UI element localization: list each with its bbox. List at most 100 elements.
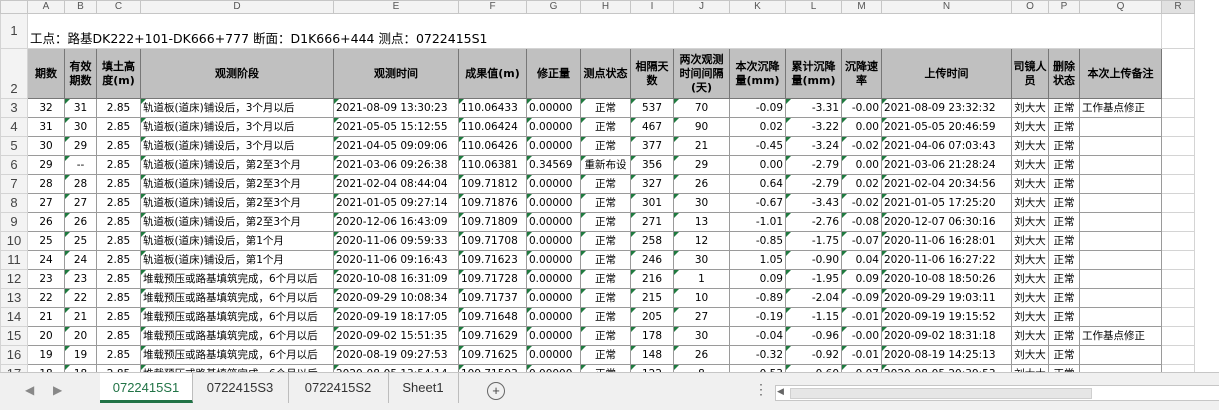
table-cell[interactable]: 2021-01-05 17:25:20	[881, 193, 1012, 213]
table-cell[interactable]	[1079, 345, 1162, 365]
table-cell[interactable]: -0.00	[841, 98, 882, 118]
table-cell[interactable]: 0.00000	[526, 307, 581, 327]
table-cell[interactable]: 堆载预压或路基填筑完成，6个月以后	[140, 307, 334, 327]
empty-cell[interactable]	[1161, 48, 1195, 99]
table-cell[interactable]: 2.85	[96, 307, 141, 327]
column-header-h[interactable]: H	[580, 0, 631, 14]
empty-cell[interactable]	[1161, 326, 1195, 346]
header-cell[interactable]: 观测时间	[333, 48, 459, 99]
table-cell[interactable]: 26	[673, 345, 730, 365]
table-cell[interactable]: 22	[64, 288, 97, 308]
table-cell[interactable]: 30	[27, 136, 65, 156]
column-header-l[interactable]: L	[785, 0, 842, 14]
table-cell[interactable]: 正常	[1048, 174, 1080, 194]
table-cell[interactable]: 109.71737	[458, 288, 527, 308]
table-cell[interactable]	[1079, 174, 1162, 194]
table-cell[interactable]: 110.06381	[458, 155, 527, 175]
empty-cell[interactable]	[1161, 231, 1195, 251]
table-cell[interactable]: 正常	[1048, 307, 1080, 327]
table-cell[interactable]: 467	[630, 117, 674, 137]
column-header-a[interactable]: A	[27, 0, 65, 14]
row-header[interactable]: 2	[0, 48, 28, 99]
column-header-i[interactable]: I	[630, 0, 674, 14]
table-cell[interactable]: 0.00000	[526, 193, 581, 213]
column-header-k[interactable]: K	[729, 0, 786, 14]
header-cell[interactable]: 上传时间	[881, 48, 1012, 99]
table-cell[interactable]: 刘大大	[1011, 269, 1049, 289]
header-cell[interactable]: 司镜人员	[1011, 48, 1049, 99]
table-cell[interactable]: 109.71876	[458, 193, 527, 213]
table-cell[interactable]: 20	[27, 326, 65, 346]
table-cell[interactable]: 26	[673, 174, 730, 194]
table-cell[interactable]: 正常	[580, 193, 631, 213]
header-cell[interactable]: 期数	[27, 48, 65, 99]
table-cell[interactable]: 148	[630, 345, 674, 365]
table-cell[interactable]: 2.85	[96, 117, 141, 137]
table-cell[interactable]: 正常	[1048, 269, 1080, 289]
table-cell[interactable]: 正常	[580, 174, 631, 194]
table-cell[interactable]: 正常	[580, 212, 631, 232]
table-cell[interactable]: 轨道板(道床)铺设后，第1个月	[140, 231, 334, 251]
table-cell[interactable]: 刘大大	[1011, 326, 1049, 346]
table-cell[interactable]: 0.00	[729, 155, 786, 175]
table-cell[interactable]: 12	[673, 231, 730, 251]
empty-cell[interactable]	[1161, 136, 1195, 156]
table-cell[interactable]: 271	[630, 212, 674, 232]
table-cell[interactable]: 正常	[1048, 117, 1080, 137]
table-cell[interactable]: 2020-11-06 16:27:22	[881, 250, 1012, 270]
table-cell[interactable]: -0.45	[729, 136, 786, 156]
table-cell[interactable]: 109.71623	[458, 250, 527, 270]
table-cell[interactable]: -0.09	[729, 98, 786, 118]
table-cell[interactable]: 26	[64, 212, 97, 232]
table-cell[interactable]: 2020-12-07 06:30:16	[881, 212, 1012, 232]
header-cell[interactable]: 成果值(m)	[458, 48, 527, 99]
sheet-tab-0722415S3[interactable]: 0722415S3	[192, 373, 289, 403]
table-cell[interactable]: -0.09	[841, 288, 882, 308]
table-cell[interactable]: 正常	[580, 288, 631, 308]
table-cell[interactable]: 2021-01-05 09:27:14	[333, 193, 459, 213]
table-cell[interactable]: 2020-09-29 19:03:11	[881, 288, 1012, 308]
table-cell[interactable]: 0.00000	[526, 326, 581, 346]
table-cell[interactable]: 堆载预压或路基填筑完成，6个月以后	[140, 288, 334, 308]
sheet-tab-0722415S2[interactable]: 0722415S2	[288, 373, 389, 403]
header-cell[interactable]: 修正量	[526, 48, 581, 99]
row-header[interactable]: 8	[0, 193, 28, 213]
table-cell[interactable]: 2020-08-19 09:27:53	[333, 345, 459, 365]
table-cell[interactable]: -2.79	[785, 155, 842, 175]
column-header-f[interactable]: F	[458, 0, 527, 14]
table-cell[interactable]: 2020-09-02 15:51:35	[333, 326, 459, 346]
column-header-r[interactable]: R	[1161, 0, 1195, 14]
empty-cell[interactable]	[1161, 288, 1195, 308]
column-header-m[interactable]: M	[841, 0, 882, 14]
table-cell[interactable]: 2020-09-29 10:08:34	[333, 288, 459, 308]
table-cell[interactable]: 0.00	[841, 155, 882, 175]
table-cell[interactable]: 29	[64, 136, 97, 156]
horizontal-scrollbar[interactable]: ◀	[775, 385, 1219, 401]
header-cell[interactable]: 累计沉降量(mm)	[785, 48, 842, 99]
column-header-o[interactable]: O	[1011, 0, 1049, 14]
table-cell[interactable]: 24	[64, 250, 97, 270]
empty-cell[interactable]	[1161, 307, 1195, 327]
table-cell[interactable]: -0.92	[785, 345, 842, 365]
table-cell[interactable]: 0.09	[841, 269, 882, 289]
table-cell[interactable]: 2021-04-05 09:09:06	[333, 136, 459, 156]
table-cell[interactable]: 2.85	[96, 231, 141, 251]
table-cell[interactable]: 537	[630, 98, 674, 118]
table-cell[interactable]: 0.00	[841, 117, 882, 137]
column-header-p[interactable]: P	[1048, 0, 1080, 14]
table-cell[interactable]: -0.01	[841, 345, 882, 365]
table-cell[interactable]: 刘大大	[1011, 212, 1049, 232]
empty-cell[interactable]	[1161, 174, 1195, 194]
table-cell[interactable]: 109.71728	[458, 269, 527, 289]
table-cell[interactable]: 2021-02-04 08:44:04	[333, 174, 459, 194]
table-cell[interactable]: -0.00	[841, 326, 882, 346]
empty-cell[interactable]	[1161, 117, 1195, 137]
table-cell[interactable]: 正常	[1048, 212, 1080, 232]
table-cell[interactable]: 堆载预压或路基填筑完成，6个月以后	[140, 269, 334, 289]
table-cell[interactable]: 23	[64, 269, 97, 289]
row-header[interactable]: 14	[0, 307, 28, 327]
table-cell[interactable]: 0.00000	[526, 136, 581, 156]
table-cell[interactable]: 0.64	[729, 174, 786, 194]
table-cell[interactable]: 刘大大	[1011, 345, 1049, 365]
table-cell[interactable]: 20	[64, 326, 97, 346]
